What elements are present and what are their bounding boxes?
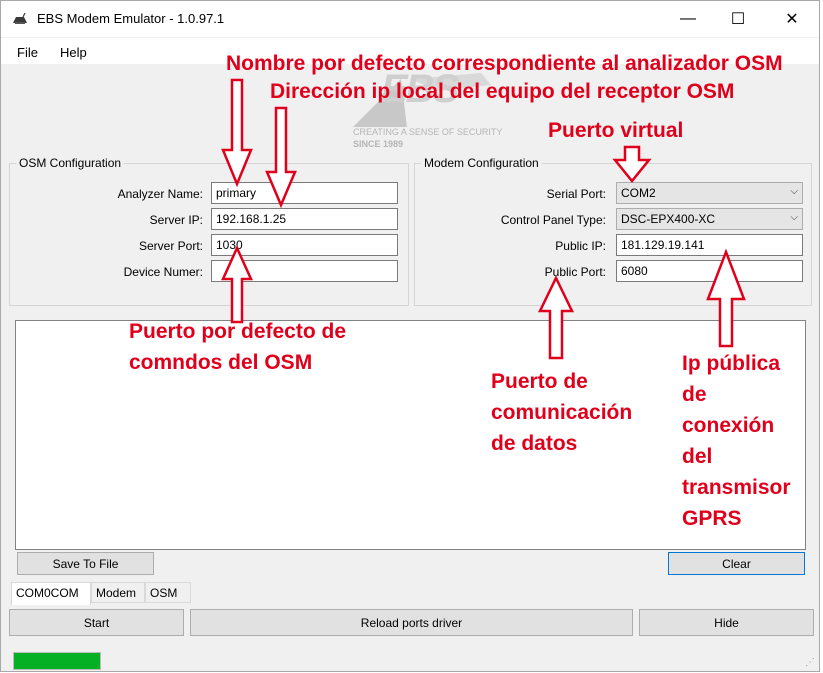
logo-since: SINCE 1989	[353, 139, 404, 149]
chevron-down-icon: ⌵	[790, 212, 798, 223]
annotation-local-ip: Dirección ip local del equipo del recept…	[270, 80, 735, 103]
annotation-public-ip: Ip pública de conexión del transmisor GP…	[682, 352, 791, 530]
device-number-label: Device Numer:	[123, 265, 203, 279]
public-ip-label: Public IP:	[555, 239, 606, 253]
menu-help[interactable]: Help	[60, 45, 87, 60]
arrow-up-icon	[221, 244, 253, 324]
annotation-virtual-port: Puerto virtual	[548, 119, 684, 142]
serial-port-select[interactable]: COM2 ⌵	[616, 182, 803, 204]
osm-configuration-title: OSM Configuration	[16, 156, 125, 170]
control-panel-type-value: DSC-EPX400-XC	[621, 212, 716, 226]
modem-app-icon	[13, 13, 27, 24]
close-icon: ✕	[785, 11, 799, 28]
osm-configuration-group: OSM Configuration Analyzer Name: Server …	[9, 156, 409, 306]
serial-port-label: Serial Port:	[546, 187, 606, 201]
tab-modem[interactable]: Modem	[91, 582, 145, 603]
server-port-label: Server Port:	[138, 239, 203, 253]
minimize-button[interactable]: —	[665, 1, 711, 37]
menu-file[interactable]: File	[17, 45, 38, 60]
annotation-data-port: Puerto de comunicación de datos	[491, 370, 633, 455]
server-ip-label: Server IP:	[149, 213, 203, 227]
modem-configuration-group: Modem Configuration Serial Port: COM2 ⌵ …	[414, 156, 812, 306]
analyzer-name-label: Analyzer Name:	[117, 187, 203, 201]
arrow-up-icon	[538, 275, 574, 360]
logo-tagline: CREATING A SENSE OF SECURITY	[353, 127, 503, 137]
clear-button[interactable]: Clear	[668, 552, 805, 575]
window-title: EBS Modem Emulator - 1.0.97.1	[37, 11, 225, 26]
minimize-icon: —	[680, 10, 696, 27]
tab-osm[interactable]: OSM	[145, 582, 191, 603]
title-bar: EBS Modem Emulator - 1.0.97.1 — ☐ ✕	[1, 1, 819, 37]
modem-configuration-title: Modem Configuration	[421, 156, 542, 170]
server-ip-input[interactable]	[211, 208, 398, 230]
annotation-default-port: Puerto por defecto de comndos del OSM	[129, 320, 347, 374]
control-panel-type-select[interactable]: DSC-EPX400-XC ⌵	[616, 208, 803, 230]
control-panel-type-label: Control Panel Type:	[500, 213, 606, 227]
arrow-down-icon	[612, 145, 652, 183]
resize-grip-icon[interactable]: ⋰	[805, 657, 815, 668]
reload-ports-driver-button[interactable]: Reload ports driver	[190, 609, 633, 636]
annotation-default-name: Nombre por defecto correspondiente al an…	[226, 52, 783, 75]
arrow-down-icon	[221, 78, 253, 188]
status-progress-bar	[13, 652, 101, 670]
arrow-up-icon	[706, 248, 746, 348]
maximize-icon: ☐	[730, 11, 746, 28]
serial-port-value: COM2	[621, 186, 656, 200]
chevron-down-icon: ⌵	[790, 186, 798, 197]
tab-com0com[interactable]: COM0COM	[11, 582, 91, 605]
save-to-file-button[interactable]: Save To File	[17, 552, 154, 575]
hide-button[interactable]: Hide	[639, 609, 814, 636]
start-button[interactable]: Start	[9, 609, 184, 636]
maximize-button[interactable]: ☐	[715, 1, 761, 37]
analyzer-name-input[interactable]	[211, 182, 398, 204]
close-button[interactable]: ✕	[769, 1, 815, 37]
arrow-down-icon	[265, 106, 297, 209]
